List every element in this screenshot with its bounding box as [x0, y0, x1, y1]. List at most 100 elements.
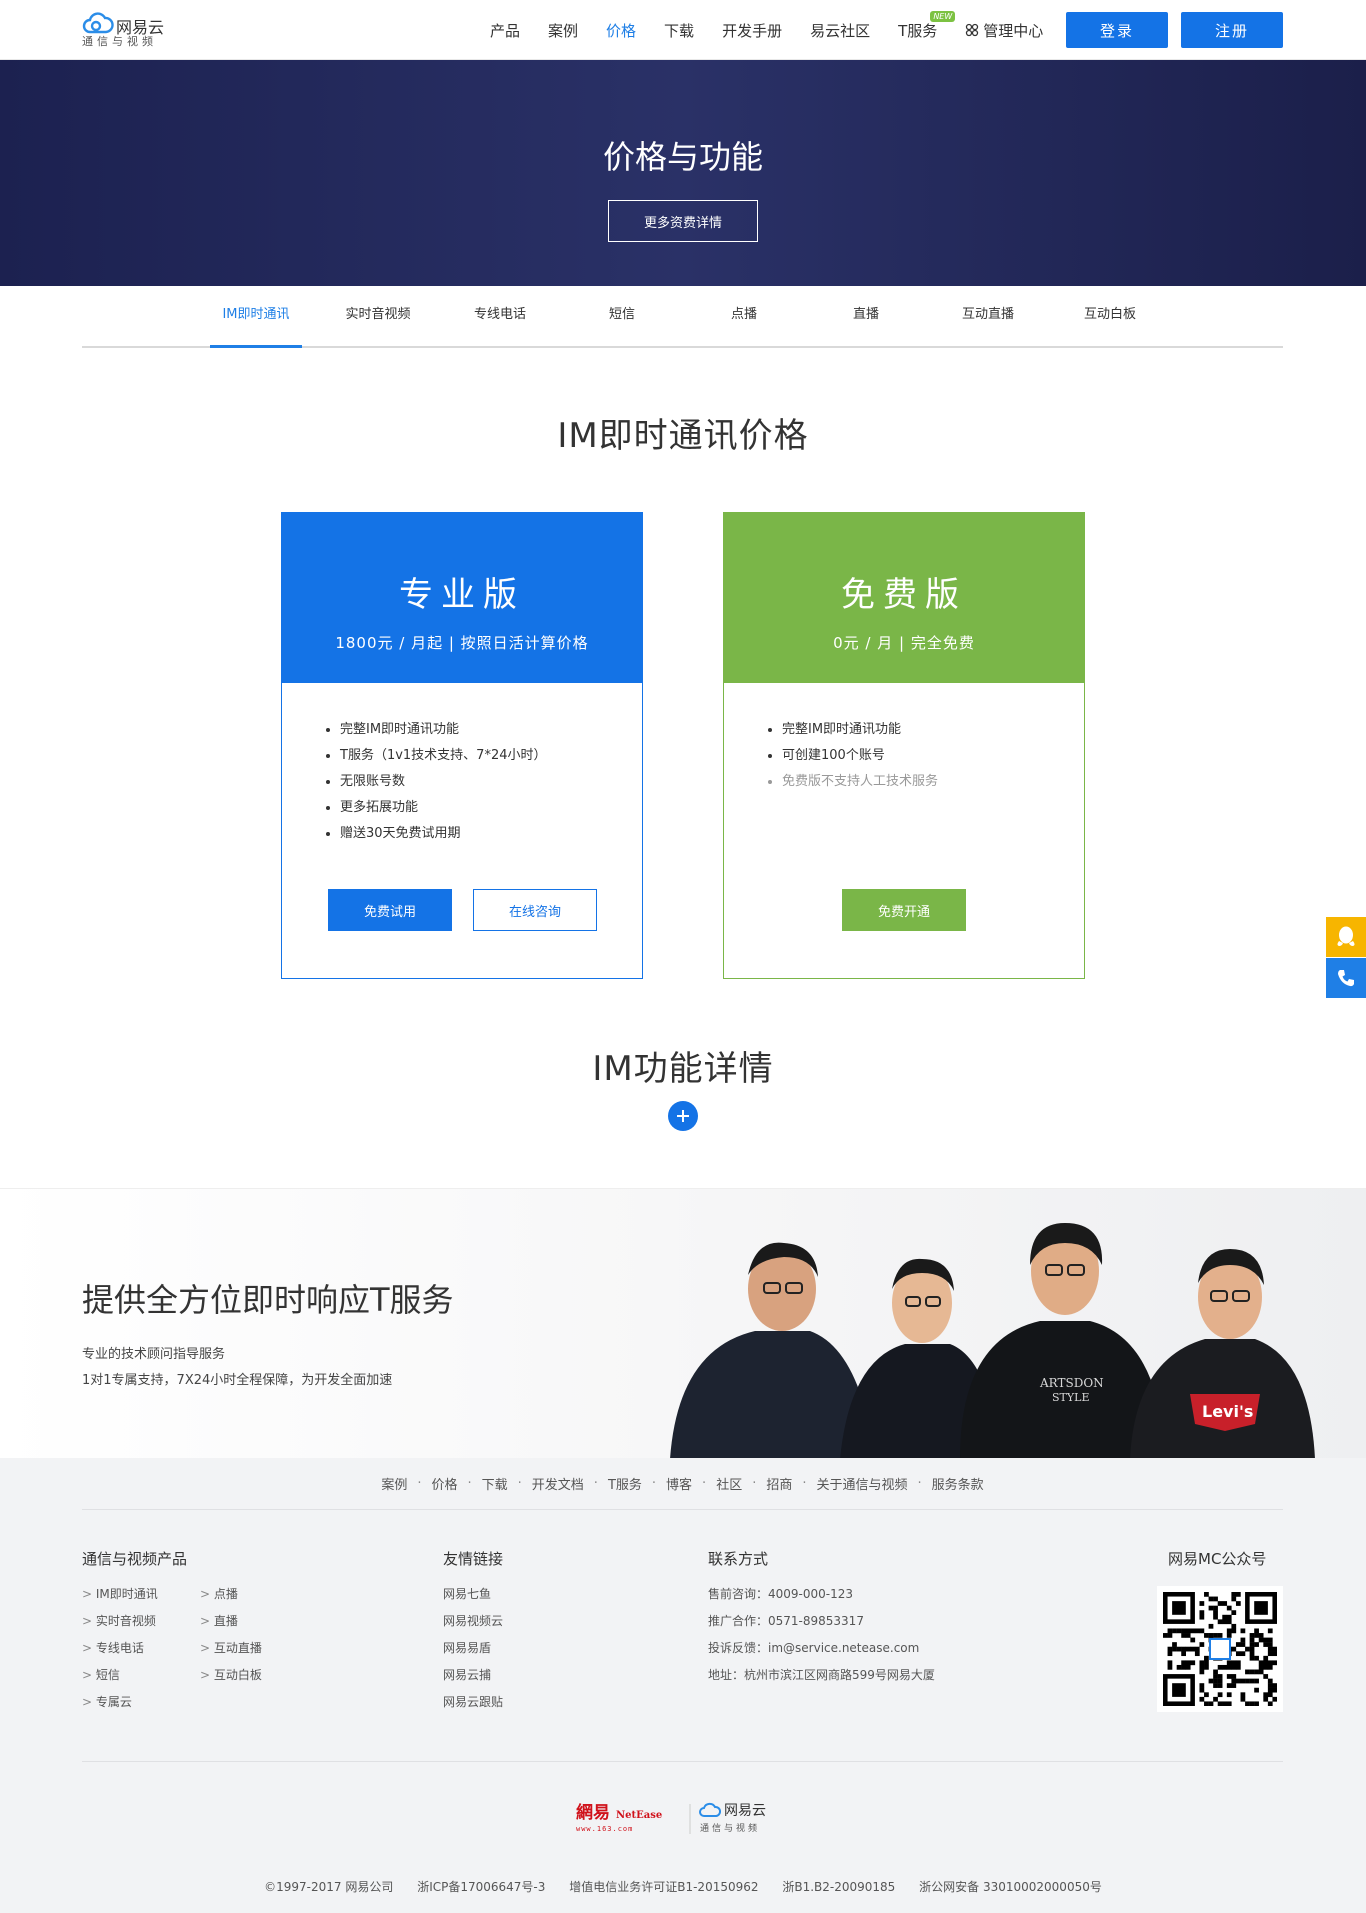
footer-product-link[interactable]: 专线电话	[82, 1635, 200, 1662]
nav-item-community[interactable]: 易云社区	[810, 20, 870, 41]
nav-item-tservice-label: T服务	[898, 21, 938, 40]
nav-item-download[interactable]: 下载	[664, 20, 694, 41]
feature-item: 可创建100个账号	[766, 743, 1084, 769]
nav-item-management[interactable]: 管理中心	[965, 20, 1043, 41]
footer-product-link[interactable]: 互动白板	[200, 1662, 290, 1689]
nav-item-pricing[interactable]: 价格	[606, 20, 636, 41]
footer-product-link[interactable]: 互动直播	[200, 1635, 290, 1662]
free-plan-name: 免费版	[841, 575, 967, 615]
tservice-desc-2: 1对1专属支持，7X24小时全程保障，为开发全面加速	[82, 1373, 393, 1388]
free-trial-button[interactable]: 免费试用	[328, 889, 452, 931]
footer-link-cases[interactable]: 案例	[381, 1474, 407, 1493]
yun-logo-name: 网易云	[724, 1803, 766, 1819]
qr-title: 网易MC公众号	[1168, 1550, 1267, 1568]
footer-link-community[interactable]: 社区	[716, 1474, 742, 1493]
feature-item: 无限账号数	[324, 769, 642, 795]
phone-icon	[1338, 970, 1354, 987]
footer-product-link[interactable]: 直播	[200, 1608, 290, 1635]
free-open-button[interactable]: 免费开通	[842, 889, 966, 931]
pro-plan-header: 专业版 1800元 / 月起 | 按照日活计算价格	[282, 513, 642, 683]
copyright-bar: ©1997-2017 网易公司 浙ICP备17006647号-3 增值电信业务许…	[0, 1878, 1366, 1895]
hero-banner: 价格与功能 更多资费详情	[0, 60, 1366, 286]
pro-plan-price: 1800元 / 月起 | 按照日活计算价格	[335, 634, 589, 652]
icp-license[interactable]: 浙ICP备17006647号-3	[417, 1880, 545, 1894]
shirt-text-2: STYLE	[1052, 1391, 1089, 1404]
netease-logo-en: NetEase	[616, 1810, 662, 1821]
free-feature-list: 完整IM即时通讯功能 可创建100个账号 免费版不支持人工技术服务	[766, 717, 1084, 795]
footer-links: 案例 · 价格 · 下载 · 开发文档 · T服务 · 博客 · 社区 · 招商 · 关于通信与…	[82, 1458, 1283, 1510]
footer-product-link[interactable]: 专属云	[82, 1689, 200, 1716]
link-separator: ·	[802, 1476, 807, 1491]
pro-plan-name: 专业版	[399, 575, 525, 615]
footer-link-blog[interactable]: 博客	[666, 1474, 692, 1493]
footer-link-tservice[interactable]: T服务	[608, 1474, 642, 1493]
footer-link-pricing[interactable]: 价格	[431, 1474, 457, 1493]
feature-item: 赠送30天免费试用期	[324, 821, 642, 847]
details-title: IM功能详情	[592, 1049, 774, 1089]
expand-details-button[interactable]	[668, 1101, 698, 1131]
footer-product-link[interactable]: 点播	[200, 1581, 290, 1608]
login-button[interactable]: 登录	[1066, 12, 1168, 48]
nav-item-products[interactable]: 产品	[490, 20, 520, 41]
tab-im[interactable]: IM即时通讯	[210, 286, 302, 348]
tab-vod[interactable]: 点播	[698, 286, 790, 348]
nav-item-dev-manual[interactable]: 开发手册	[722, 20, 782, 41]
plus-icon	[677, 1110, 689, 1122]
qr-code-icon	[1163, 1592, 1278, 1707]
tab-whiteboard[interactable]: 互动白板	[1064, 286, 1156, 348]
footer-contact-column: 联系方式 售前咨询：4009-000-123 推广合作：0571-8985331…	[708, 1548, 935, 1689]
more-pricing-button[interactable]: 更多资费详情	[608, 200, 758, 242]
friend-link[interactable]: 网易视频云	[443, 1608, 503, 1635]
pro-plan-card: 专业版 1800元 / 月起 | 按照日活计算价格 完整IM即时通讯功能 T服务…	[281, 512, 643, 979]
footer-divider	[82, 1761, 1283, 1762]
pricing-title: IM即时通讯价格	[557, 416, 809, 456]
free-plan-header: 免费版 0元 / 月 | 完全免费	[724, 513, 1084, 683]
tab-rtc[interactable]: 实时音视频	[332, 286, 424, 348]
tab-live[interactable]: 直播	[820, 286, 912, 348]
footer-products-column: 通信与视频产品 IM即时通讯 点播 实时音视频 直播 专线电话 互动直播 短信 …	[82, 1548, 290, 1716]
footer-product-link[interactable]: 实时音视频	[82, 1608, 200, 1635]
contact-feedback[interactable]: 投诉反馈：im@service.netease.com	[708, 1635, 935, 1662]
shirt-logo: Levi's	[1202, 1402, 1253, 1421]
top-header: 网易云 通信与视频 产品 案例 价格 下载 开发手册 易云社区 T服务 NEW …	[0, 0, 1366, 60]
footer: 案例 · 价格 · 下载 · 开发文档 · T服务 · 博客 · 社区 · 招商 · 关于通信与…	[0, 1458, 1366, 1913]
footer-link-docs[interactable]: 开发文档	[532, 1474, 584, 1493]
register-button[interactable]: 注册	[1181, 12, 1283, 48]
link-separator: ·	[702, 1476, 707, 1491]
nav-item-cases[interactable]: 案例	[548, 20, 578, 41]
footer-logos: 網易 NetEase www.163.com 网易云 通信与视频	[576, 1802, 766, 1834]
friend-link[interactable]: 网易七鱼	[443, 1581, 503, 1608]
online-consult-button[interactable]: 在线咨询	[473, 889, 597, 931]
friend-link[interactable]: 网易易盾	[443, 1635, 503, 1662]
cloud-logo-icon	[82, 12, 114, 34]
footer-product-link[interactable]: IM即时通讯	[82, 1581, 200, 1608]
qq-float-button[interactable]	[1326, 917, 1366, 957]
wechat-qr-code	[1157, 1586, 1283, 1712]
banner-title: 价格与功能	[602, 138, 763, 176]
netease-logo-cn: 網易	[576, 1802, 610, 1823]
footer-product-link[interactable]: 短信	[82, 1662, 200, 1689]
telecom-license[interactable]: 增值电信业务许可证B1-20150962	[569, 1880, 758, 1894]
contact-presales: 售前咨询：4009-000-123	[708, 1587, 854, 1601]
phone-float-button[interactable]	[1326, 958, 1366, 998]
team-photo: ARTSDON STYLE Levi's	[670, 1223, 1315, 1459]
footer-link-download[interactable]: 下载	[482, 1474, 508, 1493]
tab-interactive-live[interactable]: 互动直播	[942, 286, 1034, 348]
contact-address: 地址：杭州市滨江区网商路599号网易大厦	[708, 1668, 935, 1682]
footer-contact-title: 联系方式	[708, 1550, 769, 1568]
friend-link[interactable]: 网易云跟贴	[443, 1689, 503, 1716]
tab-phone[interactable]: 专线电话	[454, 286, 546, 348]
footer-link-partner[interactable]: 招商	[766, 1474, 792, 1493]
tab-sms[interactable]: 短信	[576, 286, 668, 348]
footer-products-title: 通信与视频产品	[82, 1550, 188, 1568]
link-separator: ·	[651, 1476, 657, 1491]
footer-link-about[interactable]: 关于通信与视频	[817, 1474, 908, 1493]
friend-link[interactable]: 网易云捕	[443, 1662, 503, 1689]
tservice-section: 提供全方位即时响应T服务 专业的技术顾问指导服务 1对1专属支持，7X24小时全…	[0, 1188, 1366, 1459]
copyright-text: ©1997-2017 网易公司	[264, 1880, 394, 1894]
footer-link-terms[interactable]: 服务条款	[932, 1474, 984, 1493]
logo[interactable]: 网易云 通信与视频	[82, 12, 172, 48]
nav-item-tservice[interactable]: T服务 NEW	[898, 10, 956, 41]
yun-logo-sub: 通信与视频	[700, 1822, 760, 1834]
police-record[interactable]: 浙公网安备 33010002000050号	[919, 1880, 1102, 1894]
